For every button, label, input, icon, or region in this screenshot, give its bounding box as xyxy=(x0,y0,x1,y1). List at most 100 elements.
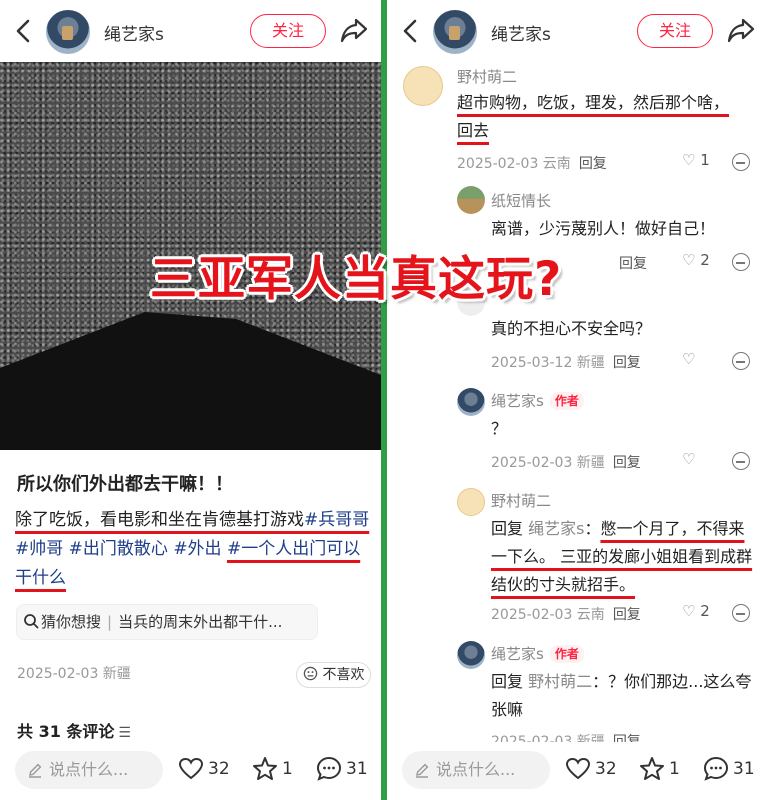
follow-button[interactable]: 关注 xyxy=(250,14,326,48)
post-body-text: 除了吃饭，看电影和坐在肯德基打游戏 xyxy=(15,510,304,530)
collect-count: 1 xyxy=(669,759,680,779)
dislike-label: 不喜欢 xyxy=(322,667,365,683)
comment-text: 离谱，少污蔑别人！做好自己！ xyxy=(491,219,716,238)
comment-meta: 回复 xyxy=(611,253,647,273)
star-icon xyxy=(253,757,277,780)
hashtag[interactable]: #帅哥 xyxy=(15,539,63,559)
search-icon xyxy=(24,614,39,629)
comment-input[interactable]: 说点什么... xyxy=(15,751,163,789)
commenter-name-text: 绳艺家s xyxy=(491,392,544,410)
pencil-icon xyxy=(29,763,42,778)
post-body: 除了吃饭，看电影和坐在肯德基打游戏#兵哥哥 #帅哥 #出门散散心 #外出 #一个… xyxy=(15,506,373,593)
comments-header: 绳艺家s 关注 xyxy=(387,0,770,62)
follow-button[interactable]: 关注 xyxy=(637,14,713,48)
heart-icon: ♡ xyxy=(682,450,696,468)
comment-item: 绳艺家s作者 回复 野村萌二：？你们那边...这么夸张嘛 2025-02-03 … xyxy=(387,635,770,750)
suggestion-query: 当兵的周末外出都干什... xyxy=(118,613,283,631)
commenter-avatar[interactable] xyxy=(457,186,485,214)
reply-button[interactable]: 回复 xyxy=(613,607,641,623)
heart-icon: ♡ xyxy=(682,151,696,169)
commenter-name[interactable]: 纸短情长 xyxy=(491,190,551,211)
comment-input[interactable]: 说点什么... xyxy=(402,751,550,789)
comment-text: 超市购物，吃饭，理发，然后那个啥，回去 xyxy=(457,93,730,140)
share-icon[interactable] xyxy=(338,14,370,46)
comments-panel: 绳艺家s 关注 野村萌二 超市购物，吃饭，理发，然后那个啥，回去 2025-02… xyxy=(387,0,770,800)
hashtag[interactable]: #兵哥哥 xyxy=(304,510,369,530)
comment-count: 共 31 条评论 ☰ xyxy=(17,718,131,742)
back-arrow-icon[interactable] xyxy=(12,14,34,48)
commenter-name[interactable]: 绳艺家s 作者 xyxy=(491,643,584,664)
heart-icon xyxy=(565,757,591,780)
reply-prefix: 回复 xyxy=(491,519,524,538)
author-avatar[interactable] xyxy=(433,10,477,54)
post-panel: 绳艺家s 关注 所以你们外出都去干嘛！！ 除了吃饭，看电影和坐在肯德基打游戏#兵… xyxy=(0,0,383,800)
dislike-button[interactable]: 不喜欢 xyxy=(296,662,372,688)
comment-count-label: 共 31 条评论 xyxy=(17,722,115,741)
sort-icon[interactable]: ☰ xyxy=(118,725,131,741)
comments-button[interactable]: 31 xyxy=(703,754,755,784)
heart-icon: ♡ xyxy=(682,350,696,368)
comments-button[interactable]: 31 xyxy=(316,754,368,784)
author-name[interactable]: 绳艺家s xyxy=(104,20,164,45)
collect-count: 1 xyxy=(282,759,293,779)
comment-like-count: 2 xyxy=(700,602,710,620)
comment-reaction-icon[interactable] xyxy=(732,253,750,271)
heart-icon xyxy=(178,757,204,780)
reply-target[interactable]: 绳艺家s xyxy=(528,519,584,538)
comment-date-location: 2025-02-03 云南 xyxy=(457,156,571,172)
comments-count: 31 xyxy=(346,759,368,779)
comment-date-location: 2025-02-03 云南 xyxy=(491,607,605,623)
suggestion-label: 猜你想搜 xyxy=(41,613,102,631)
reply-button[interactable]: 回复 xyxy=(579,156,607,172)
comment-bubble-icon xyxy=(703,756,729,781)
commenter-avatar[interactable] xyxy=(457,641,485,669)
commenter-name[interactable]: 野村萌二 xyxy=(457,66,517,87)
back-arrow-icon[interactable] xyxy=(399,14,421,48)
reply-button[interactable]: 回复 xyxy=(613,355,641,371)
comment-meta: 2025-02-03 云南 回复 xyxy=(491,604,641,624)
comment-like[interactable]: ♡ 2 xyxy=(682,602,710,620)
share-icon[interactable] xyxy=(725,14,757,46)
neutral-face-icon xyxy=(303,666,318,681)
pencil-icon xyxy=(416,763,429,778)
post-title: 所以你们外出都去干嘛！！ xyxy=(17,474,233,495)
commenter-avatar[interactable] xyxy=(403,66,443,106)
comment-reaction-icon[interactable] xyxy=(732,352,750,370)
comment-like-count: 2 xyxy=(700,251,710,269)
commenter-avatar[interactable] xyxy=(457,388,485,416)
hashtag[interactable]: #出门散散心 xyxy=(69,539,168,559)
comment-like[interactable]: ♡ xyxy=(682,450,695,468)
search-suggestion[interactable]: 猜你想搜 | 当兵的周末外出都干什... xyxy=(16,604,318,640)
like-button[interactable]: 32 xyxy=(178,754,230,784)
author-badge: 作者 xyxy=(549,392,584,410)
like-count: 32 xyxy=(595,759,617,779)
comment-item: 野村萌二 回复 绳艺家s：憋一个月了，不得来一下么。 三亚的发廊小姐姐看到成群结… xyxy=(387,482,770,632)
like-button[interactable]: 32 xyxy=(565,754,617,784)
commenter-avatar[interactable] xyxy=(457,488,485,516)
reply-target[interactable]: 野村萌二 xyxy=(528,672,592,691)
comments-count: 31 xyxy=(733,759,755,779)
reply-button[interactable]: 回复 xyxy=(619,256,647,272)
heart-icon: ♡ xyxy=(682,251,696,269)
comment-like-count: 1 xyxy=(700,151,710,169)
comment-item: 野村萌二 超市购物，吃饭，理发，然后那个啥，回去 2025-02-03 云南 回复… xyxy=(387,62,770,182)
commenter-name[interactable]: 绳艺家s 作者 xyxy=(491,390,584,411)
comment-reaction-icon[interactable] xyxy=(732,604,750,622)
comment-reaction-icon[interactable] xyxy=(732,153,750,171)
commenter-name[interactable]: 野村萌二 xyxy=(491,490,551,511)
comment-like[interactable]: ♡ xyxy=(682,350,695,368)
photo-detail xyxy=(0,312,381,450)
comment-reaction-icon[interactable] xyxy=(732,452,750,470)
author-avatar[interactable] xyxy=(46,10,90,54)
author-name[interactable]: 绳艺家s xyxy=(491,20,551,45)
reply-button[interactable]: 回复 xyxy=(613,455,641,471)
bottom-action-bar: 说点什么... 32 1 31 xyxy=(387,742,770,800)
comment-like[interactable]: ♡ 2 xyxy=(682,251,710,269)
post-meta: 2025-02-03 新疆 xyxy=(17,666,131,682)
collect-button[interactable]: 1 xyxy=(639,754,680,784)
collect-button[interactable]: 1 xyxy=(252,754,293,784)
comment-date-location: 2025-02-03 新疆 xyxy=(491,455,605,471)
hashtag[interactable]: #外出 xyxy=(173,539,221,559)
comment-like[interactable]: ♡ 1 xyxy=(682,151,710,169)
like-count: 32 xyxy=(208,759,230,779)
